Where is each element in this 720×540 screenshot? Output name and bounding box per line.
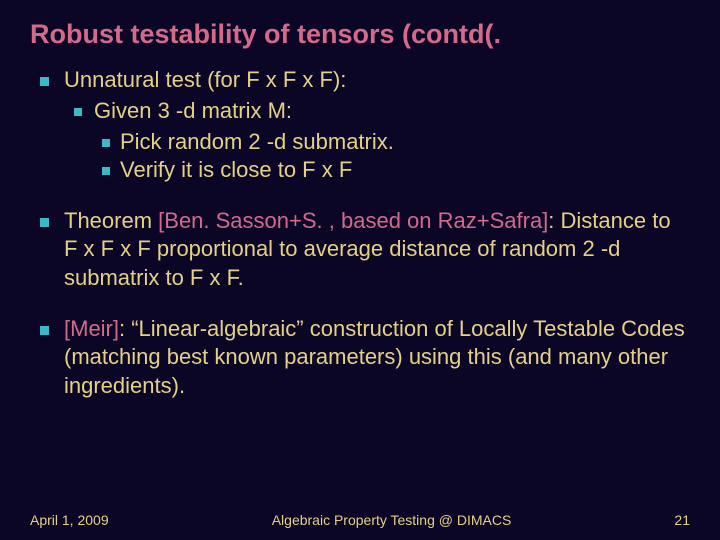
bullet-1-sub-1: Given 3 -d matrix M: Pick random 2 -d su…	[64, 97, 690, 185]
slide: Robust testability of tensors (contd(. U…	[0, 0, 720, 540]
footer-date: April 1, 2009	[30, 512, 109, 528]
bullet-2-pre: Theorem	[64, 208, 158, 233]
footer-page-number: 21	[674, 512, 690, 528]
bullet-1-sub-1b: Verify it is close to F x F	[94, 156, 690, 185]
bullet-1-sub: Given 3 -d matrix M: Pick random 2 -d su…	[64, 97, 690, 185]
bullet-1-sub-1-sub: Pick random 2 -d submatrix. Verify it is…	[94, 128, 690, 185]
bullet-1-sub-1a-text: Pick random 2 -d submatrix.	[120, 129, 394, 154]
bullet-2: Theorem [Ben. Sasson+S. , based on Raz+S…	[30, 207, 690, 293]
bullet-3: [Meir]: “Linear-algebraic” construction …	[30, 315, 690, 401]
bullet-list: Unnatural test (for F x F x F): Given 3 …	[30, 66, 690, 400]
slide-title: Robust testability of tensors (contd(.	[30, 18, 690, 50]
bullet-2-cite: [Ben. Sasson+S. , based on Raz+Safra]	[158, 208, 548, 233]
bullet-1-sub-1b-text: Verify it is close to F x F	[120, 157, 352, 182]
bullet-3-cite: [Meir]	[64, 316, 119, 341]
bullet-1-text: Unnatural test (for F x F x F):	[64, 67, 346, 92]
bullet-3-post: : “Linear-algebraic” construction of Loc…	[64, 316, 685, 398]
slide-footer: April 1, 2009 Algebraic Property Testing…	[30, 512, 690, 528]
bullet-1-sub-1a: Pick random 2 -d submatrix.	[94, 128, 690, 157]
footer-center-text: Algebraic Property Testing @ DIMACS	[109, 512, 675, 528]
bullet-1: Unnatural test (for F x F x F): Given 3 …	[30, 66, 690, 184]
bullet-1-sub-1-text: Given 3 -d matrix M:	[94, 98, 292, 123]
